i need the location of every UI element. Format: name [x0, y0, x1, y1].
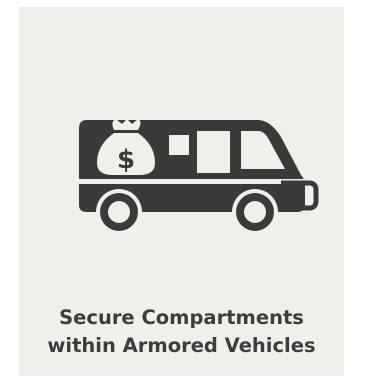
feature-card: $ Secure Compartments within Armored Veh…	[19, 7, 344, 376]
van-window-small	[169, 135, 189, 155]
dollar-sign: $	[117, 145, 135, 175]
caption-line-2: within Armored Vehicles	[47, 334, 316, 357]
van-window-large	[197, 131, 230, 173]
armored-van-money-bag-icon: $	[79, 119, 319, 235]
feature-caption: Secure Compartments within Armored Vehic…	[19, 304, 344, 360]
money-bag-tie	[112, 119, 141, 130]
van-stripe	[79, 179, 305, 184]
caption-line-1: Secure Compartments	[59, 306, 304, 329]
